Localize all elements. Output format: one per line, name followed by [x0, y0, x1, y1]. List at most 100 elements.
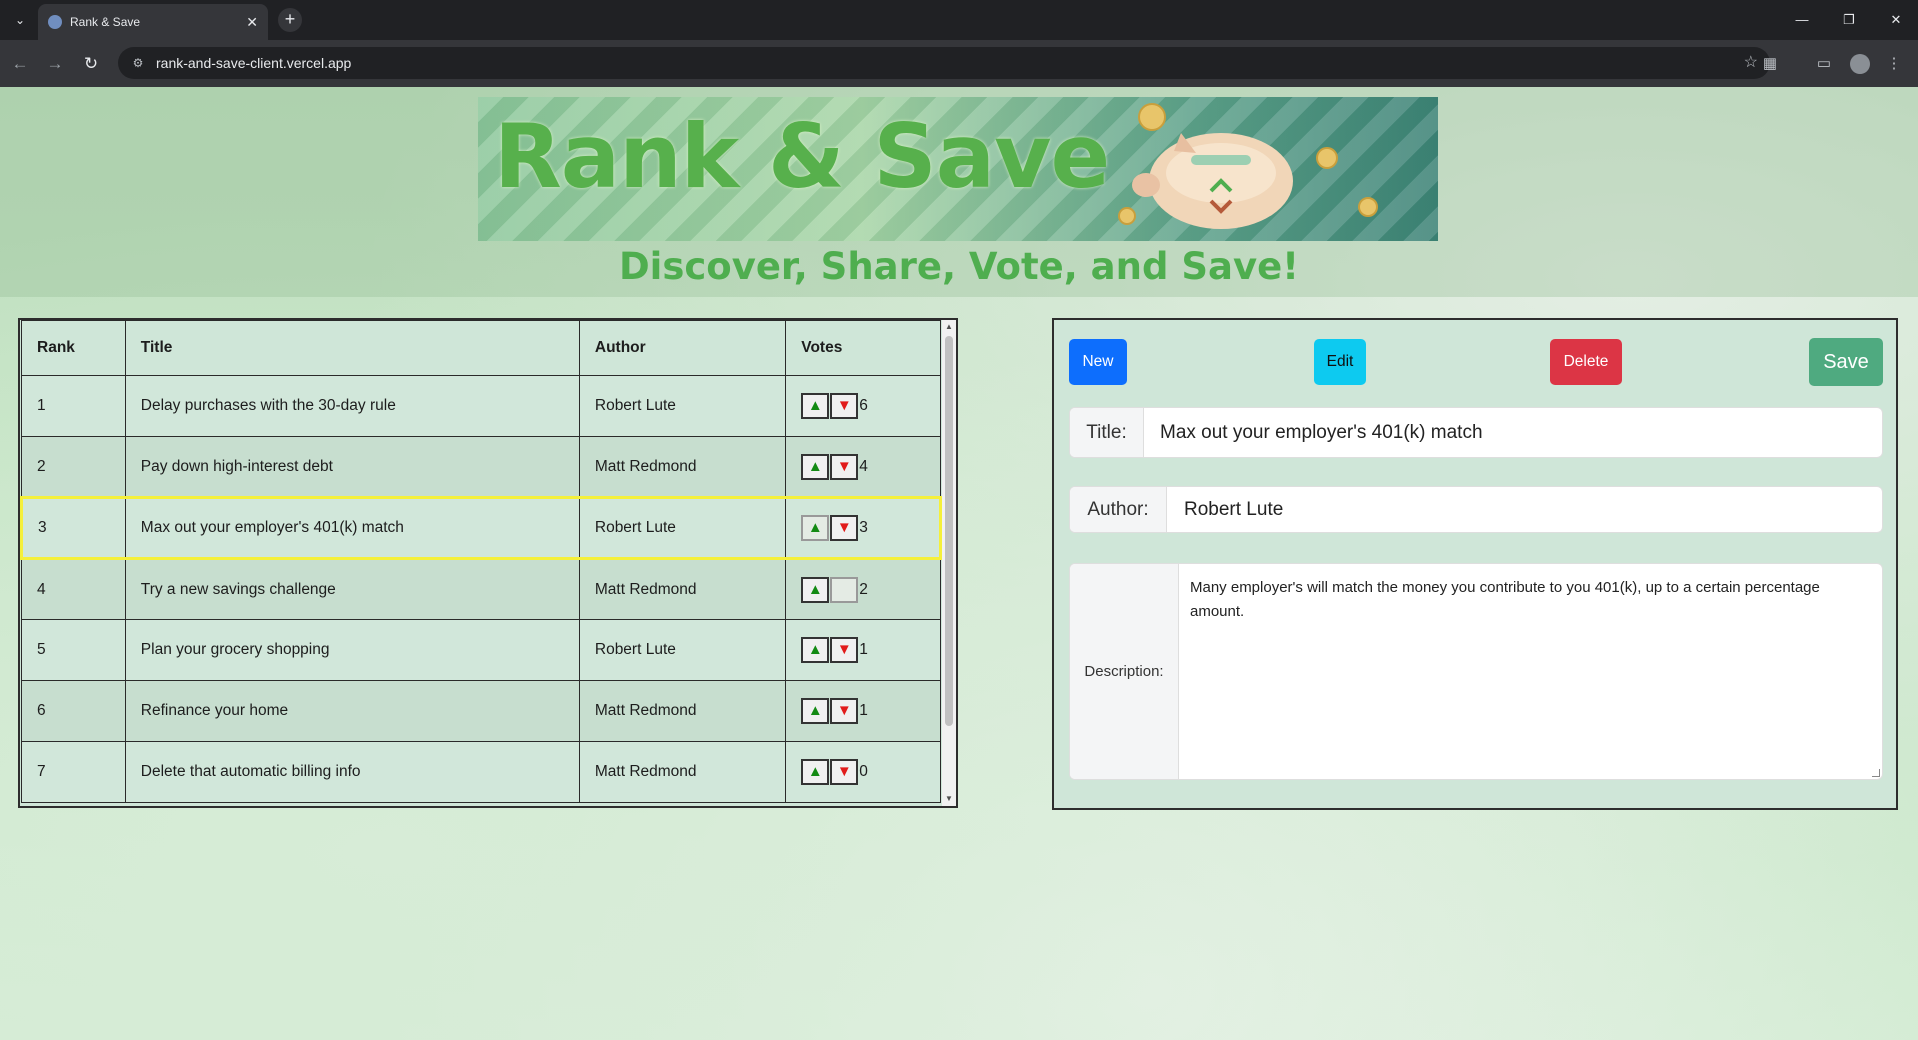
votes-cell: ▲ ▼ 0	[785, 741, 941, 803]
title-cell: Plan your grocery shopping	[124, 619, 580, 681]
reload-icon[interactable]: ↻	[79, 52, 103, 76]
column-header-votes: Votes	[785, 320, 941, 376]
downvote-button[interactable]: ▼	[830, 453, 859, 480]
vote-count: 6	[859, 397, 868, 414]
extensions-icon[interactable]: ▦	[1758, 52, 1782, 76]
author-cell: Matt Redmond	[578, 436, 787, 498]
votes-cell: ▲ ▼ 6	[785, 375, 941, 437]
author-cell: Matt Redmond	[578, 680, 787, 742]
scroll-up-arrow-icon[interactable]: ▲	[942, 320, 956, 334]
more-menu-icon[interactable]: ⋮	[1882, 52, 1906, 76]
title-cell: Delay purchases with the 30-day rule	[124, 375, 580, 437]
rank-cell: 3	[20, 496, 126, 560]
tab-search-icon[interactable]: ⌄	[10, 10, 30, 30]
downvote-button[interactable]: ▼	[830, 393, 859, 419]
upvote-button[interactable]: ▲	[801, 453, 830, 480]
resize-handle-icon[interactable]	[1872, 769, 1880, 777]
table-row[interactable]: 4 Try a new savings challenge Matt Redmo…	[21, 558, 941, 620]
upvote-button[interactable]: ▲	[801, 393, 830, 419]
table-row[interactable]: 1 Delay purchases with the 30-day rule R…	[21, 375, 941, 437]
upvote-button[interactable]: ▲	[801, 698, 830, 724]
browser-toolbar: ← → ↻ ⚙ rank-and-save-client.vercel.app …	[0, 40, 1918, 87]
edit-button[interactable]: Edit	[1314, 339, 1366, 385]
vote-count: 1	[859, 702, 868, 719]
bookmark-star-icon[interactable]: ☆	[1744, 53, 1758, 73]
title-cell: Delete that automatic billing info	[124, 741, 580, 803]
author-cell: Robert Lute	[578, 375, 787, 437]
table-scrollbar[interactable]: ▲ ▼	[942, 320, 956, 806]
votes-cell: ▲ 2	[785, 558, 941, 620]
title-field-group: Title: Max out your employer's 401(k) ma…	[1069, 407, 1883, 458]
title-label: Title:	[1070, 408, 1144, 457]
cast-icon[interactable]: ▭	[1812, 52, 1836, 76]
vote-count: 2	[859, 580, 868, 598]
site-info-icon[interactable]: ⚙	[130, 55, 146, 71]
author-cell: Robert Lute	[578, 619, 787, 681]
piggy-bank-icon	[1132, 133, 1293, 229]
votes-cell: ▲ ▼ 3	[785, 496, 942, 560]
new-tab-button[interactable]: +	[278, 8, 302, 32]
page: Rank & Save Discover, Share, Vote, and S…	[0, 87, 1918, 1040]
profile-avatar[interactable]	[1850, 54, 1870, 74]
browser-tab[interactable]: Rank & Save ✕	[38, 4, 268, 40]
rank-cell: 5	[21, 619, 126, 681]
vote-count: 4	[859, 457, 868, 475]
tagline: Discover, Share, Vote, and Save!	[618, 245, 1300, 288]
globe-icon	[48, 15, 62, 29]
downvote-button[interactable]: ▼	[830, 637, 859, 663]
browser-tabbar: ⌄ Rank & Save ✕ + — ❐ ✕	[0, 0, 1918, 40]
close-window-icon[interactable]: ✕	[1886, 10, 1906, 30]
downvote-button[interactable]: ▼	[830, 759, 859, 785]
rank-cell: 1	[21, 375, 126, 437]
author-cell: Matt Redmond	[578, 558, 787, 620]
vote-count: 3	[859, 519, 868, 536]
column-header-title: Title	[124, 320, 580, 376]
delete-button[interactable]: Delete	[1550, 339, 1622, 385]
upvote-button[interactable]: ▲	[801, 515, 830, 541]
save-button[interactable]: Save	[1809, 338, 1883, 386]
new-button[interactable]: New	[1069, 339, 1127, 385]
tip-form-panel: New Edit Delete Save Title: Max out your…	[1052, 318, 1898, 810]
rankings-table: Rank Title Author Votes 1 Delay purchase…	[20, 320, 942, 803]
close-icon[interactable]: ✕	[246, 13, 258, 31]
banner-image: Rank & Save	[478, 97, 1438, 241]
table-row-selected[interactable]: 3 Max out your employer's 401(k) match R…	[20, 496, 942, 560]
table-row[interactable]: 7 Delete that automatic billing info Mat…	[21, 741, 941, 803]
upvote-button[interactable]: ▲	[801, 576, 830, 603]
forward-icon[interactable]: →	[43, 52, 67, 76]
votes-cell: ▲ ▼ 1	[785, 619, 941, 681]
back-icon[interactable]: ←	[8, 52, 32, 76]
description-field-group: Description: Many employer's will match …	[1069, 563, 1883, 780]
downvote-button[interactable]: ▼	[830, 698, 859, 724]
description-label: Description:	[1070, 564, 1179, 779]
table-header-row: Rank Title Author Votes	[21, 320, 941, 376]
table-row[interactable]: 2 Pay down high-interest debt Matt Redmo…	[21, 436, 941, 498]
downvote-button[interactable]	[830, 576, 859, 603]
author-cell: Robert Lute	[578, 496, 787, 560]
table-row[interactable]: 5 Plan your grocery shopping Robert Lute…	[21, 619, 941, 681]
minimize-icon[interactable]: —	[1792, 10, 1812, 30]
upvote-button[interactable]: ▲	[801, 637, 830, 663]
column-header-author: Author	[578, 320, 787, 376]
description-textarea[interactable]: Many employer's will match the money you…	[1180, 564, 1882, 779]
author-field-group: Author: Robert Lute	[1069, 486, 1883, 533]
tab-title: Rank & Save	[70, 15, 141, 29]
table-row[interactable]: 6 Refinance your home Matt Redmond ▲ ▼ 1	[21, 680, 941, 742]
restore-icon[interactable]: ❐	[1839, 10, 1859, 30]
scroll-thumb[interactable]	[945, 336, 953, 726]
votes-cell: ▲ ▼ 4	[785, 436, 941, 498]
scroll-down-arrow-icon[interactable]: ▼	[942, 792, 956, 806]
title-cell: Try a new savings challenge	[124, 558, 580, 620]
upvote-button[interactable]: ▲	[801, 759, 830, 785]
votes-cell: ▲ ▼ 1	[785, 680, 941, 742]
vote-count: 1	[859, 641, 868, 658]
vote-count: 0	[859, 763, 868, 780]
rank-cell: 4	[21, 558, 126, 620]
coin-icon	[1358, 197, 1378, 217]
banner-title: Rank & Save	[494, 105, 1110, 208]
downvote-button[interactable]: ▼	[830, 515, 859, 541]
title-input[interactable]: Max out your employer's 401(k) match	[1160, 408, 1483, 457]
address-bar[interactable]: ⚙ rank-and-save-client.vercel.app ☆	[118, 47, 1770, 79]
rankings-table-panel: Rank Title Author Votes 1 Delay purchase…	[18, 318, 958, 808]
author-input[interactable]: Robert Lute	[1184, 487, 1283, 532]
